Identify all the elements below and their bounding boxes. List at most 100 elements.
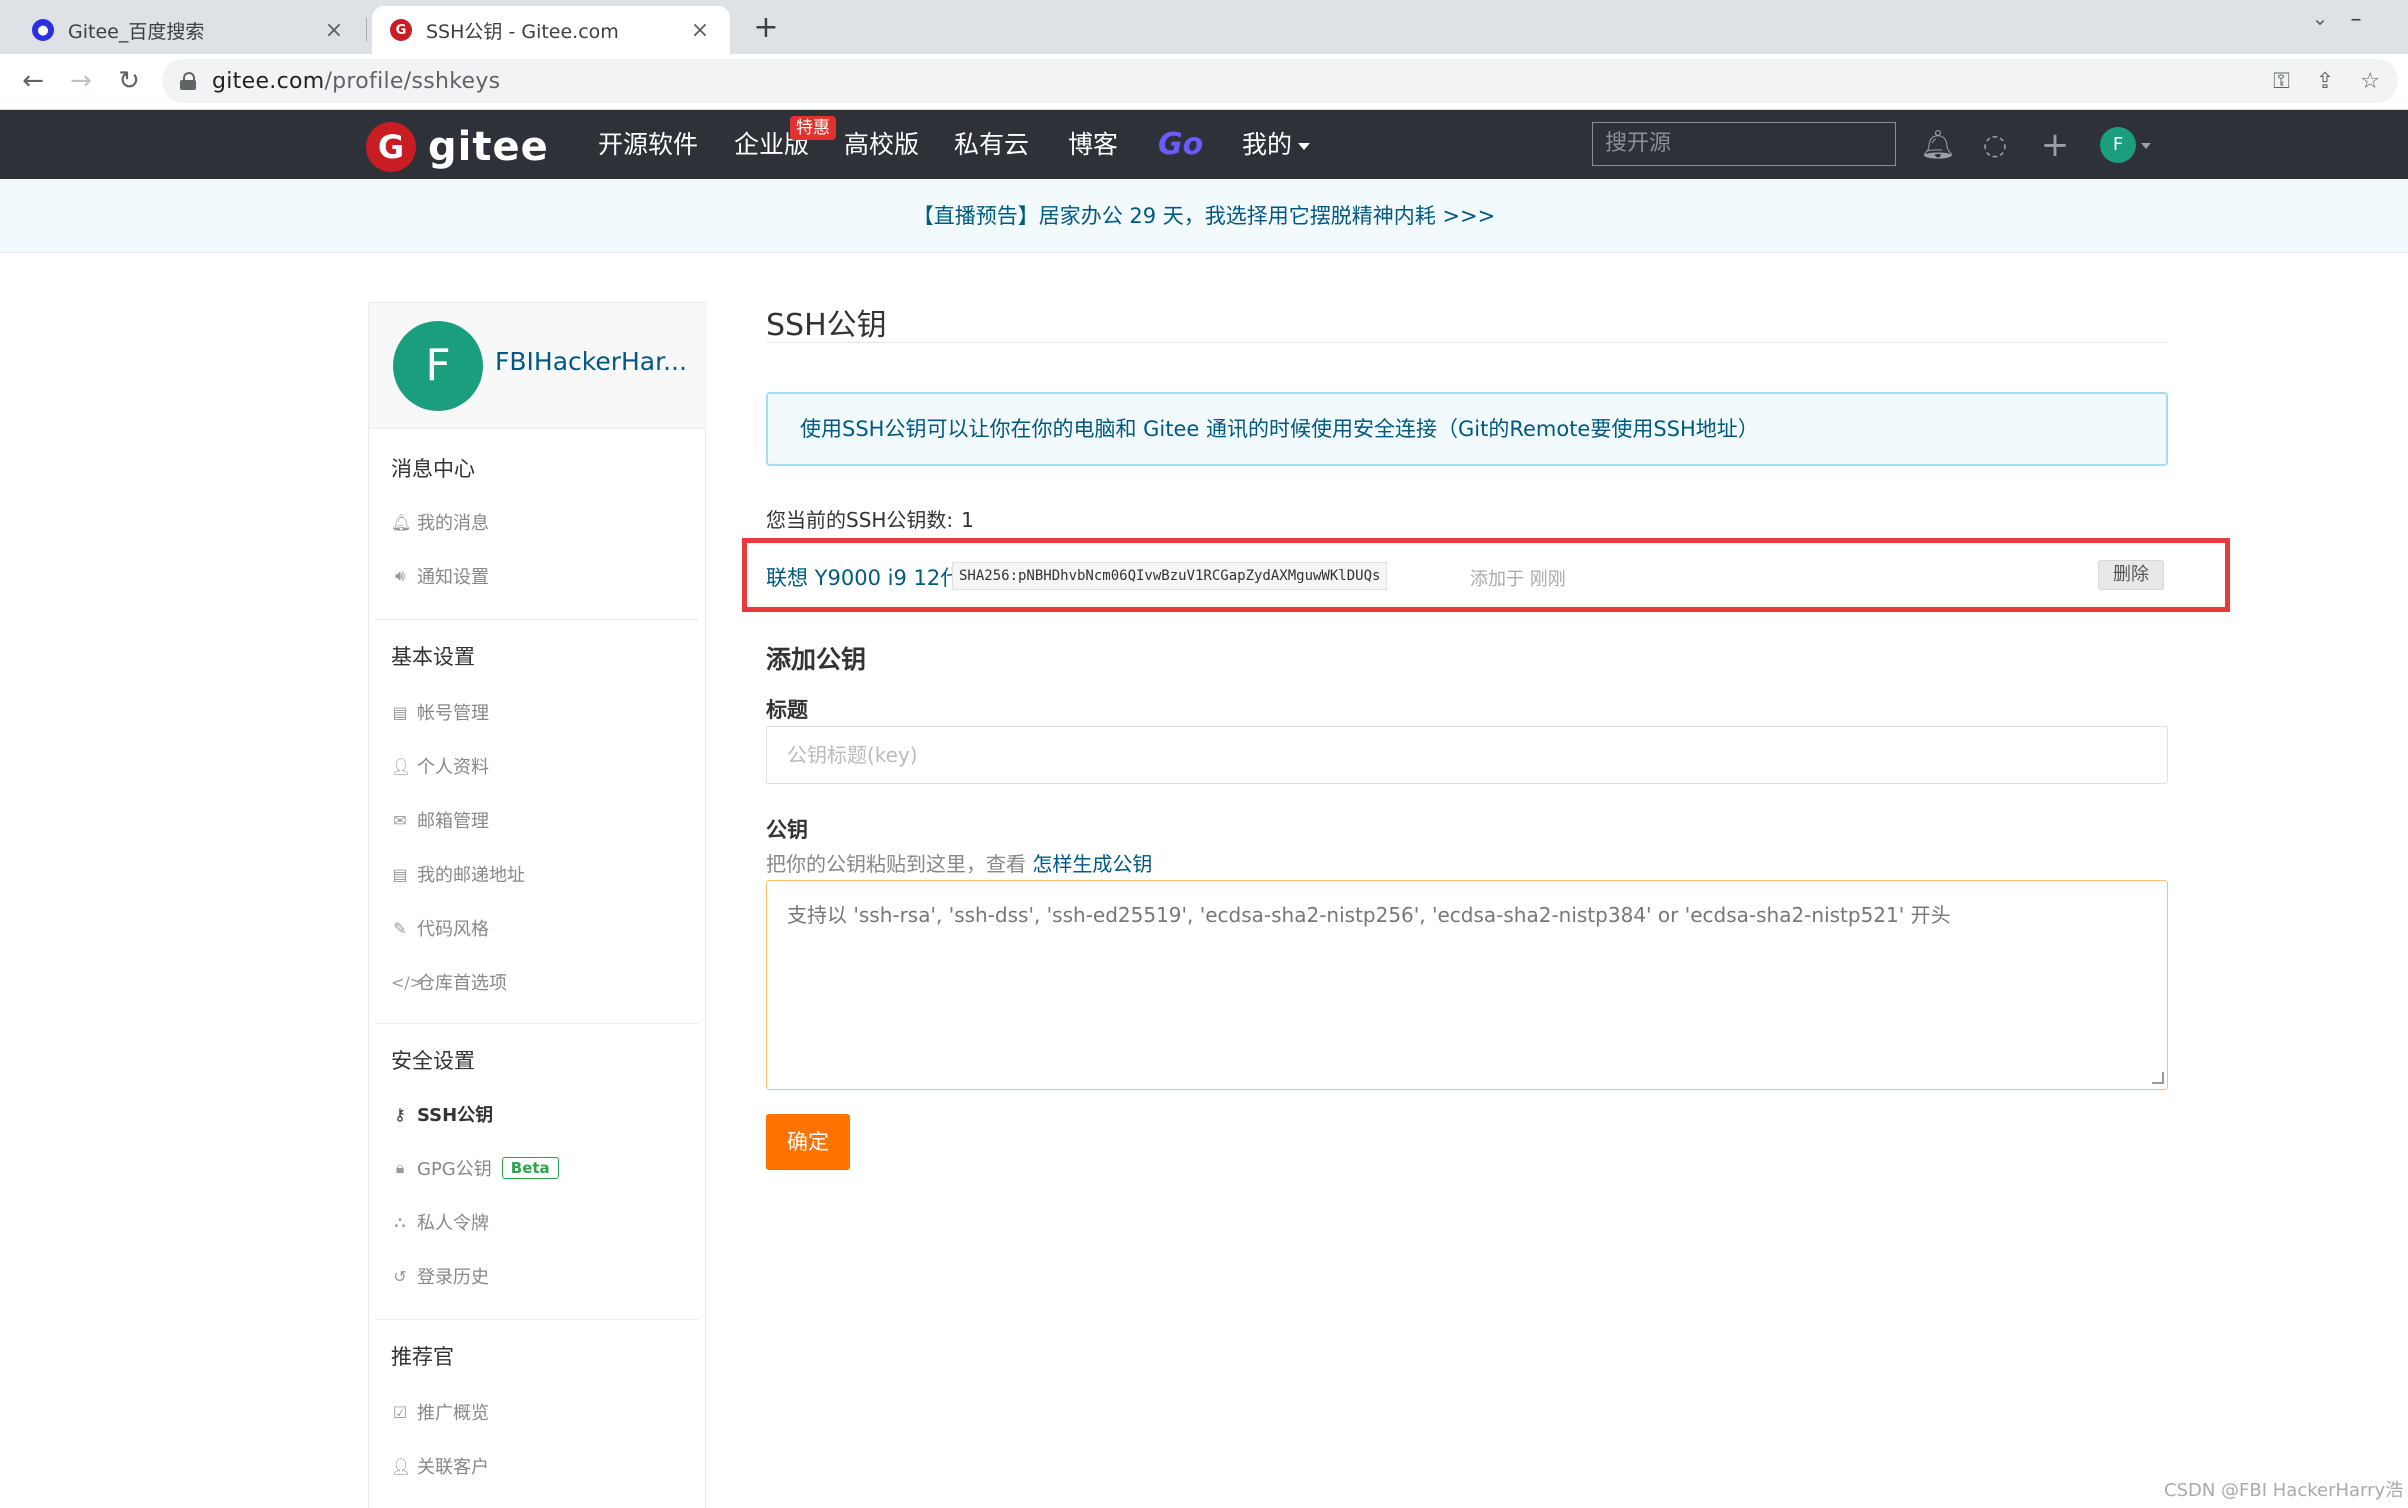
tab-separator: [366, 18, 367, 42]
sidebar-item-linked-customers[interactable]: 👤︎ 关联客户: [391, 1453, 489, 1479]
tab-baidu[interactable]: ● Gitee_百度搜索 ×: [14, 6, 364, 54]
share-icon[interactable]: ⇪: [2316, 69, 2334, 94]
reload-icon[interactable]: ↻: [110, 62, 148, 100]
section-title-basic: 基本设置: [391, 645, 475, 669]
browser-toolbar: ← → ↻ gitee.com/profile/sshkeys ⚿ ⇪ ☆: [0, 54, 2408, 110]
sidebar-item-my-messages[interactable]: 🔔︎ 我的消息: [391, 509, 489, 535]
close-icon[interactable]: ×: [322, 18, 346, 43]
gitee-logo-icon: G: [366, 122, 416, 172]
info-message: 使用SSH公钥可以让你在你的电脑和 Gitee 通讯的时候使用安全连接（Git的…: [766, 392, 2168, 466]
divider: [375, 1023, 699, 1024]
how-to-generate-link[interactable]: 怎样生成公钥: [1032, 852, 1152, 876]
public-key-label: 公钥: [766, 818, 808, 842]
sidebar-item-account[interactable]: ▤ 帐号管理: [391, 699, 489, 725]
nav-private-cloud[interactable]: 私有云: [954, 110, 1029, 179]
envelope-icon: ✉: [393, 810, 407, 830]
sidebar-item-code-style[interactable]: ✎ 代码风格: [391, 915, 489, 941]
close-icon[interactable]: ×: [688, 18, 712, 43]
sitemap-icon: ⛬: [394, 1212, 406, 1231]
submit-button[interactable]: 确定: [766, 1114, 850, 1170]
browser-tab-bar: ● Gitee_百度搜索 × G SSH公钥 - Gitee.com × + ⌄…: [0, 0, 2408, 54]
nav-mine[interactable]: 我的: [1242, 110, 1311, 179]
sidebar-item-gpg-keys[interactable]: 🔒︎ GPG公钥 Beta: [391, 1155, 559, 1181]
history-icon: ↺: [393, 1266, 407, 1286]
key-icon[interactable]: ⚿: [2273, 69, 2290, 94]
sidebar-item-email[interactable]: ✉ 邮箱管理: [391, 807, 489, 833]
new-tab-button[interactable]: +: [748, 6, 784, 50]
divider: [766, 342, 2168, 343]
section-title-referral: 推荐官: [391, 1345, 454, 1369]
star-icon[interactable]: ☆: [2360, 69, 2380, 94]
gitee-logo[interactable]: G gitee: [366, 122, 549, 172]
url-text: gitee.com/profile/sshkeys: [212, 68, 501, 94]
key-title-input[interactable]: 公钥标题(key): [766, 726, 2168, 784]
nav-open-source[interactable]: 开源软件: [598, 110, 698, 179]
tab-title: SSH公钥 - Gitee.com: [426, 20, 619, 43]
sidebar-item-profile[interactable]: 👤︎ 个人资料: [391, 753, 489, 779]
sidebar-item-ssh-keys[interactable]: ⚷ SSH公钥: [391, 1101, 493, 1127]
lock-icon: 🔒︎: [395, 1158, 405, 1177]
bell-icon: 🔔︎: [391, 512, 412, 532]
lightbulb-icon[interactable]: ◌: [1978, 128, 2012, 162]
back-arrow-icon[interactable]: ←: [14, 62, 52, 100]
ssh-key-added-time: 添加于 刚刚: [1470, 569, 1566, 590]
watermark: CSDN @FBI HackerHarry浩: [2164, 1480, 2404, 1501]
sidebar-item-login-history[interactable]: ↺ 登录历史: [391, 1263, 489, 1289]
caret-down-icon: [1298, 142, 1311, 150]
ssh-key-fingerprint: SHA256:pNBHDhvbNcm06QIvwBzuV1RCGapZydAXM…: [952, 562, 1388, 590]
tab-search-chevron-icon[interactable]: ⌄: [2304, 6, 2336, 38]
user-edit-icon: 👤︎: [391, 1456, 412, 1476]
brush-icon: ✎: [393, 918, 407, 938]
header-avatar[interactable]: F: [2100, 127, 2136, 163]
plus-icon[interactable]: +: [2038, 128, 2072, 162]
avatar[interactable]: F: [393, 321, 483, 411]
nav-university[interactable]: 高校版: [844, 110, 919, 179]
divider: [375, 1319, 699, 1320]
nav-mine-label: 我的: [1242, 130, 1293, 159]
sidebar-item-private-tokens[interactable]: ⛬ 私人令牌: [391, 1209, 489, 1235]
tab-title: Gitee_百度搜索: [68, 20, 205, 43]
user-icon: 👤︎: [391, 756, 412, 776]
beta-badge: Beta: [501, 1157, 559, 1179]
bell-icon[interactable]: 🔔︎: [1920, 128, 1956, 162]
sidebar-item-repo-preferences[interactable]: </> 仓库首选项: [391, 969, 507, 995]
logo-text: gitee: [428, 124, 549, 170]
tab-gitee-ssh[interactable]: G SSH公钥 - Gitee.com ×: [372, 6, 730, 54]
announcement-banner[interactable]: 【直播预告】居家办公 29 天，我选择用它摆脱精神内耗 >>>: [0, 179, 2408, 253]
page-title: SSH公钥: [766, 308, 887, 343]
site-header: G gitee 开源软件 企业版 特惠 高校版 私有云 博客 Go 我的 搜开源…: [0, 110, 2408, 179]
code-icon: </>: [391, 972, 424, 992]
address-card-icon: ▤: [392, 864, 408, 884]
settings-sidebar: F FBIHackerHar... 消息中心 🔔︎ 我的消息 🔊︎ 通知设置 基本设…: [368, 302, 706, 1508]
add-key-heading: 添加公钥: [766, 645, 867, 674]
speaker-icon: 🔊︎: [394, 566, 406, 585]
ssh-key-name-link[interactable]: 联想 Y9000 i9 12代: [766, 562, 961, 592]
gitee-logo-icon: G: [390, 19, 412, 41]
section-title-messages: 消息中心: [391, 457, 475, 481]
username-link[interactable]: FBIHackerHar...: [495, 347, 695, 376]
id-card-icon: ▤: [392, 702, 408, 722]
sidebar-item-promotion-overview[interactable]: ☑ 推广概览: [391, 1399, 489, 1425]
address-bar[interactable]: gitee.com/profile/sshkeys ⚿ ⇪ ☆: [162, 59, 2398, 103]
delete-button[interactable]: 删除: [2098, 560, 2164, 590]
ssh-key-count: 您当前的SSH公钥数: 1: [766, 508, 974, 532]
nav-blog[interactable]: 博客: [1068, 110, 1118, 179]
caret-down-icon[interactable]: [2141, 143, 2151, 149]
baidu-paw-icon: ●: [32, 19, 54, 41]
profile-card[interactable]: F FBIHackerHar...: [369, 303, 705, 429]
header-search-input[interactable]: 搜开源: [1592, 122, 1896, 166]
key-icon: ⚷: [394, 1104, 406, 1124]
minimize-icon[interactable]: –: [2338, 2, 2374, 38]
lock-icon: [180, 72, 196, 90]
sidebar-item-mailing-address[interactable]: ▤ 我的邮递地址: [391, 861, 525, 887]
title-label: 标题: [766, 698, 808, 722]
edit-square-icon: ☑: [392, 1402, 408, 1422]
sidebar-item-notification-settings[interactable]: 🔊︎ 通知设置: [391, 563, 489, 589]
public-key-textarea[interactable]: 支持以 'ssh-rsa', 'ssh-dss', 'ssh-ed25519',…: [766, 880, 2168, 1090]
public-key-hint: 把你的公钥粘贴到这里，查看 怎样生成公钥: [766, 852, 1153, 876]
nav-go[interactable]: Go: [1158, 110, 1203, 179]
resize-handle-icon[interactable]: [2152, 1072, 2164, 1084]
promo-badge: 特惠: [790, 116, 836, 140]
forward-arrow-icon[interactable]: →: [62, 62, 100, 100]
section-title-security: 安全设置: [391, 1049, 475, 1073]
